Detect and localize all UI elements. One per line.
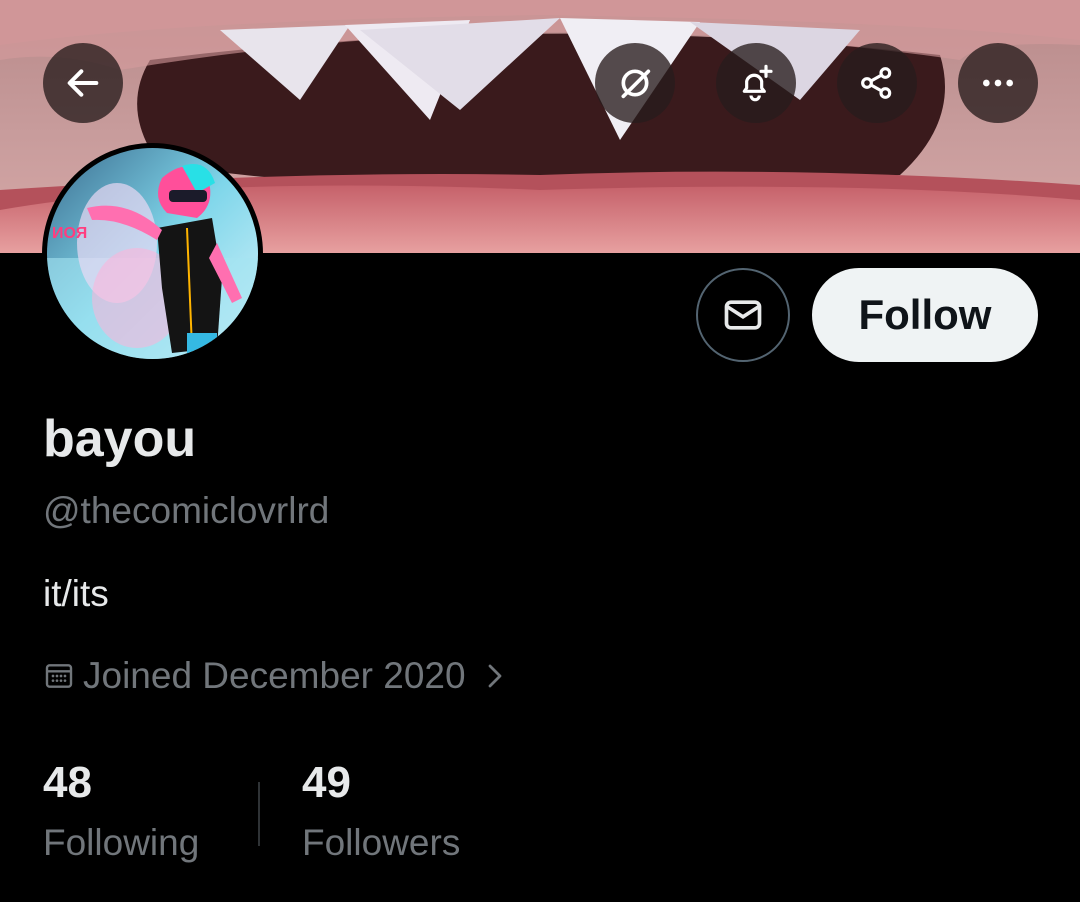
envelope-icon bbox=[724, 300, 762, 330]
following-stat[interactable]: 48 Following bbox=[43, 758, 199, 864]
joined-date-link[interactable]: Joined December 2020 bbox=[43, 654, 510, 698]
followers-label: Followers bbox=[302, 822, 461, 863]
followers-count: 49 bbox=[302, 758, 351, 807]
avatar-image: ИОЯ bbox=[47, 148, 258, 359]
grok-icon bbox=[621, 69, 651, 99]
following-label: Following bbox=[43, 822, 200, 863]
chevron-right-icon bbox=[488, 664, 501, 688]
joined-date: Joined December 2020 bbox=[83, 655, 466, 696]
back-button[interactable] bbox=[43, 43, 123, 123]
display-name: bayou bbox=[43, 410, 197, 468]
following-count: 48 bbox=[43, 758, 92, 807]
more-horizontal-icon bbox=[983, 79, 1013, 87]
bio: it/its bbox=[43, 573, 109, 614]
svg-text:ИОЯ: ИОЯ bbox=[52, 225, 87, 242]
notify-button[interactable] bbox=[716, 43, 796, 123]
calendar-icon bbox=[45, 664, 73, 688]
bell-plus-icon bbox=[742, 64, 773, 102]
message-button[interactable] bbox=[696, 268, 790, 362]
share-icon bbox=[861, 67, 892, 99]
followers-stat[interactable]: 49 Followers bbox=[302, 758, 460, 864]
share-button[interactable] bbox=[837, 43, 917, 123]
follow-button[interactable]: Follow bbox=[812, 268, 1038, 362]
stats-divider bbox=[258, 782, 260, 846]
more-button[interactable] bbox=[958, 43, 1038, 123]
grok-button[interactable] bbox=[595, 43, 675, 123]
arrow-left-icon bbox=[67, 69, 99, 97]
user-handle: @thecomiclovrlrd bbox=[43, 490, 330, 531]
avatar[interactable]: ИОЯ bbox=[42, 143, 263, 364]
